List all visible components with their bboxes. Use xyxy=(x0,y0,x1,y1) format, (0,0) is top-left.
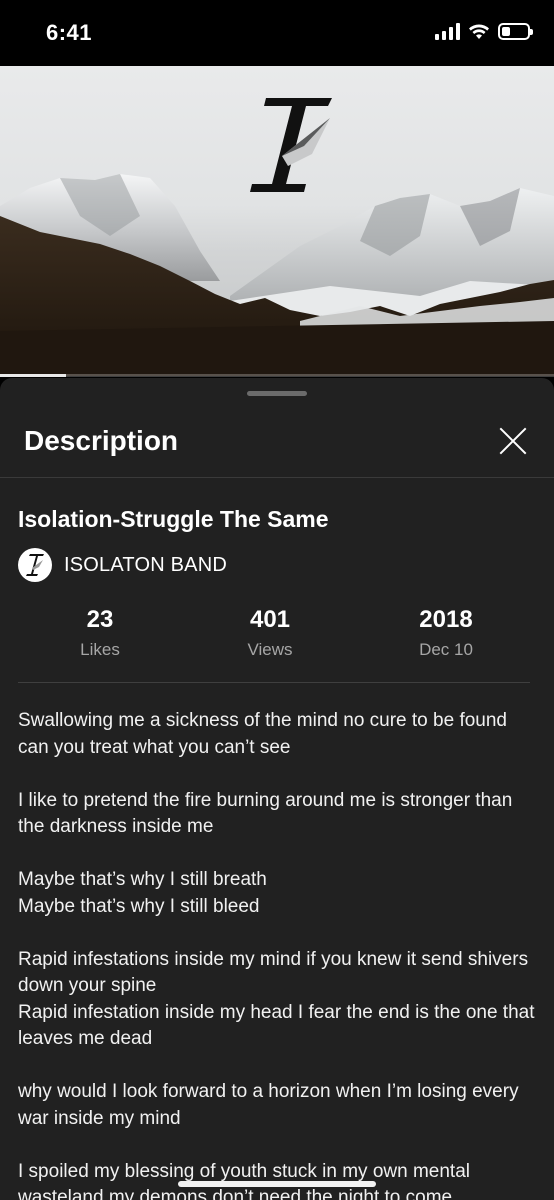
likes-label: Likes xyxy=(80,640,120,659)
upload-year: 2018 xyxy=(419,606,473,633)
status-bar: 6:41 xyxy=(0,0,554,66)
battery-icon xyxy=(498,22,533,40)
band-logo-icon xyxy=(26,554,44,576)
description-line: Rapid infestation inside my head I fear … xyxy=(18,1001,535,1050)
signal-icon xyxy=(435,22,460,40)
sheet-header: Description xyxy=(0,406,554,478)
upload-date: Dec 10 xyxy=(419,640,473,659)
description-paragraph: I spoiled my blessing of youth stuck in … xyxy=(18,1159,538,1200)
description-line: why would I look forward to a horizon wh… xyxy=(18,1081,519,1129)
stat-likes: 23 Likes xyxy=(20,606,180,660)
stat-views: 401 Views xyxy=(190,606,350,660)
description-line: Rapid infestations inside my mind if you… xyxy=(18,948,529,997)
close-icon[interactable] xyxy=(498,426,528,456)
drag-handle[interactable] xyxy=(247,391,307,396)
band-logo xyxy=(250,98,332,192)
description-line: Maybe that’s why I still bleed xyxy=(18,895,260,917)
video-progress-fill xyxy=(0,374,67,377)
description-sheet: Description Isolation-Struggle The Same … xyxy=(0,378,554,1200)
description-paragraph: why would I look forward to a horizon wh… xyxy=(18,1079,538,1132)
video-progress-bar[interactable] xyxy=(0,374,554,377)
divider xyxy=(18,682,530,683)
description-text: Swallowing me a sickness of the mind no … xyxy=(18,708,538,1200)
description-line: I spoiled my blessing of youth stuck in … xyxy=(18,1160,470,1200)
description-paragraph: Rapid infestations inside my mind if you… xyxy=(18,947,538,1053)
sheet-title: Description xyxy=(24,425,179,456)
status-icons xyxy=(435,22,533,40)
likes-count: 23 xyxy=(86,606,114,633)
views-count: 401 xyxy=(249,606,291,633)
description-paragraph: I like to pretend the fire burning aroun… xyxy=(18,788,538,841)
description-line: I like to pretend the fire burning aroun… xyxy=(18,789,513,838)
channel-avatar[interactable] xyxy=(18,548,52,582)
views-label: Views xyxy=(247,640,293,659)
status-time: 6:41 xyxy=(46,20,93,45)
stats-row: 23 Likes 401 Views 2018 Dec 10 xyxy=(0,606,554,666)
wifi-icon xyxy=(469,24,489,39)
video-player[interactable] xyxy=(0,66,554,376)
channel-row[interactable]: ISOLATON BAND xyxy=(18,548,227,582)
description-line: Swallowing me a sickness of the mind no … xyxy=(18,710,507,758)
home-indicator[interactable] xyxy=(178,1181,376,1187)
mountain-landscape-image xyxy=(0,98,554,376)
description-line: Maybe that’s why I still breath xyxy=(18,869,267,890)
stat-date: 2018 Dec 10 xyxy=(366,606,526,660)
channel-name[interactable]: ISOLATON BAND xyxy=(64,554,227,577)
video-title: Isolation-Struggle The Same xyxy=(18,506,329,532)
description-paragraph: Swallowing me a sickness of the mind no … xyxy=(18,708,538,761)
description-paragraph: Maybe that’s why I still breath Maybe tha… xyxy=(18,867,538,920)
